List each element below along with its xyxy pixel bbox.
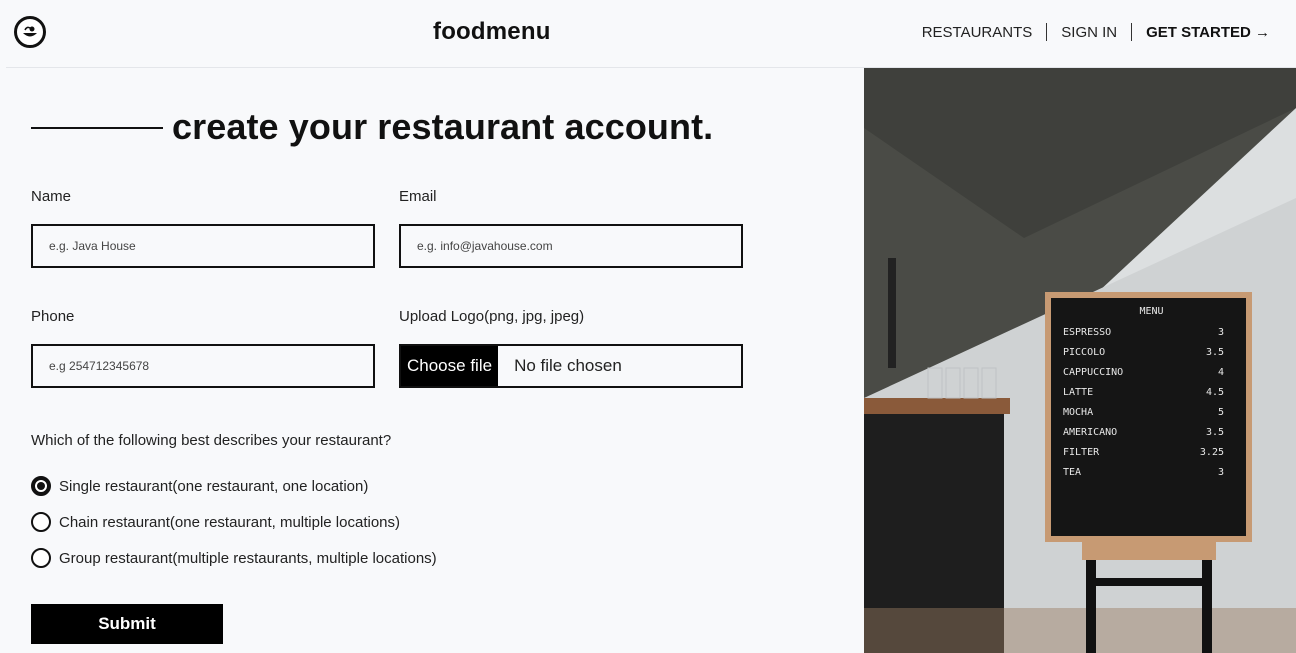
radio-label-single: Single restaurant(one restaurant, one lo… (59, 477, 369, 495)
menu-item: AMERICANO 3.5 (1063, 427, 1240, 438)
menu-item-price: 3.5 (1205, 427, 1224, 438)
radio-label-group: Group restaurant(multiple restaurants, m… (59, 549, 437, 567)
menu-item-price: 3 (1217, 327, 1224, 338)
menu-item-name: MOCHA (1063, 407, 1094, 418)
radio-button-group[interactable] (31, 548, 51, 568)
radio-button-single[interactable] (31, 476, 51, 496)
menu-item-name: TEA (1063, 467, 1082, 478)
choose-file-button[interactable]: Choose file (401, 346, 499, 386)
menu-board: MENU ESPRESSO 3 PICCOLO 3.5 CAPPUCCINO 4 LA… (1045, 292, 1252, 542)
menu-item-price: 4 (1217, 367, 1224, 378)
name-label: Name (31, 188, 72, 205)
submit-button[interactable]: Submit (31, 604, 223, 644)
radio-option-group[interactable]: Group restaurant(multiple restaurants, m… (31, 548, 437, 568)
logo-file-input[interactable]: Choose file No file chosen (399, 344, 743, 388)
nav-divider (1046, 23, 1048, 41)
menu-item: MOCHA 5 (1063, 407, 1240, 418)
menu-item-name: LATTE (1063, 387, 1094, 398)
page-title: create your restaurant account. (172, 106, 714, 147)
top-navbar: foodmenu RESTAURANTS SIGN IN GET STARTED… (0, 0, 1296, 67)
brand-name[interactable]: foodmenu (433, 18, 551, 46)
radio-option-single[interactable]: Single restaurant(one restaurant, one lo… (31, 476, 368, 496)
menu-item: ESPRESSO 3 (1063, 327, 1240, 338)
menu-item-price: 4.5 (1205, 387, 1224, 398)
nav-restaurants-link[interactable]: RESTAURANTS (922, 24, 1033, 41)
cafe-menu-photo: MENU ESPRESSO 3 PICCOLO 3.5 CAPPUCCINO 4 LA… (864, 68, 1296, 653)
menu-item: CAPPUCCINO 4 (1063, 367, 1240, 378)
menu-item-price: 3 (1217, 467, 1224, 478)
menu-item-name: PICCOLO (1063, 347, 1106, 358)
menu-item-name: FILTER (1063, 447, 1100, 458)
name-input[interactable] (31, 224, 375, 268)
menu-item-price: 3.25 (1199, 447, 1224, 458)
menu-item: TEA 3 (1063, 467, 1240, 478)
menu-item-name: ESPRESSO (1063, 327, 1112, 338)
menu-item: FILTER 3.25 (1063, 447, 1240, 458)
menu-board-title: MENU (1139, 306, 1164, 317)
nav-links: RESTAURANTS SIGN IN GET STARTED → (922, 23, 1270, 41)
menu-item-name: AMERICANO (1063, 427, 1118, 438)
phone-input[interactable] (31, 344, 375, 388)
phone-label: Phone (31, 308, 75, 325)
menu-item-name: CAPPUCCINO (1063, 367, 1124, 378)
file-status: No file chosen (514, 356, 622, 375)
menu-item-price: 3.5 (1205, 347, 1224, 358)
email-label: Email (399, 188, 437, 205)
nav-sign-in-link[interactable]: SIGN IN (1061, 24, 1117, 41)
radio-option-chain[interactable]: Chain restaurant(one restaurant, multipl… (31, 512, 400, 532)
menu-item-price: 5 (1217, 407, 1224, 418)
nav-get-started-link[interactable]: GET STARTED → (1146, 24, 1270, 41)
radio-button-chain[interactable] (31, 512, 51, 532)
nav-divider (1131, 23, 1133, 41)
logo-upload-label: Upload Logo(png, jpg, jpeg) (399, 308, 585, 325)
radio-label-chain: Chain restaurant(one restaurant, multipl… (59, 513, 401, 531)
email-input[interactable] (399, 224, 743, 268)
logo-icon[interactable] (14, 16, 46, 48)
title-rule (31, 127, 163, 129)
menu-item: LATTE 4.5 (1063, 387, 1240, 398)
restaurant-type-question: Which of the following best describes yo… (31, 432, 392, 449)
menu-item: PICCOLO 3.5 (1063, 347, 1240, 358)
